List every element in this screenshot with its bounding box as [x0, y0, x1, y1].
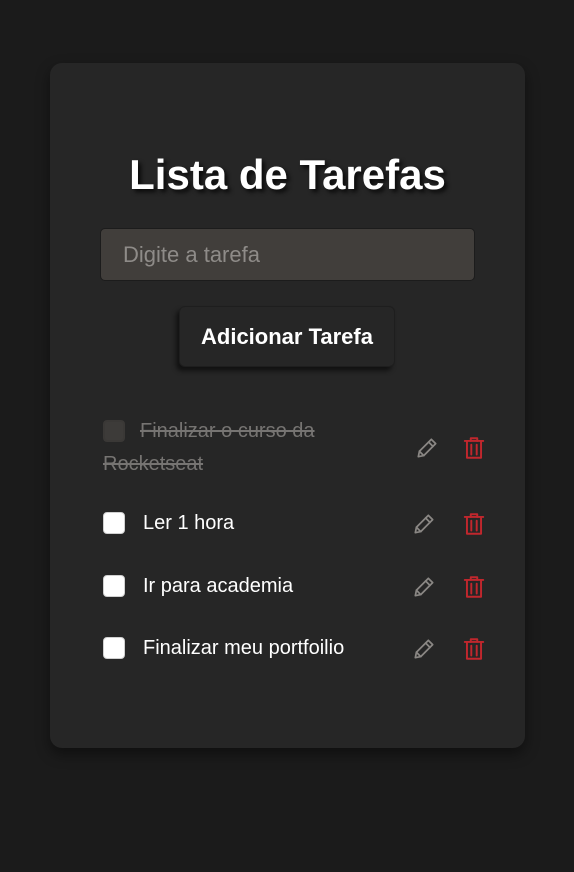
task-item: Ir para academia — [103, 571, 493, 603]
pencil-icon[interactable] — [411, 636, 437, 662]
task-item: Finalizar meu portfoilio — [103, 633, 493, 665]
todo-card: Lista de Tarefas Adicionar Tarefa Finali… — [50, 63, 525, 748]
task-item: Finalizar o curso da Rocketseat — [103, 415, 493, 485]
task-checkbox[interactable] — [103, 512, 125, 534]
trash-icon[interactable] — [461, 574, 487, 600]
task-checkbox[interactable] — [103, 637, 125, 659]
add-task-button[interactable]: Adicionar Tarefa — [179, 306, 395, 367]
task-label: Ir para academia — [143, 575, 294, 597]
task-checkbox[interactable] — [103, 575, 125, 597]
trash-icon[interactable] — [461, 435, 487, 461]
trash-icon[interactable] — [461, 511, 487, 537]
task-item: Ler 1 hora — [103, 508, 493, 540]
page-title: Lista de Tarefas — [129, 151, 446, 198]
task-label: Ler 1 hora — [143, 512, 235, 534]
task-label: Finalizar o curso da Rocketseat — [103, 420, 315, 475]
pencil-icon[interactable] — [414, 435, 440, 461]
trash-icon[interactable] — [461, 636, 487, 662]
pencil-icon[interactable] — [411, 511, 437, 537]
task-label: Finalizar meu portfoilio — [143, 637, 345, 659]
pencil-icon[interactable] — [411, 574, 437, 600]
task-input[interactable] — [100, 228, 475, 281]
